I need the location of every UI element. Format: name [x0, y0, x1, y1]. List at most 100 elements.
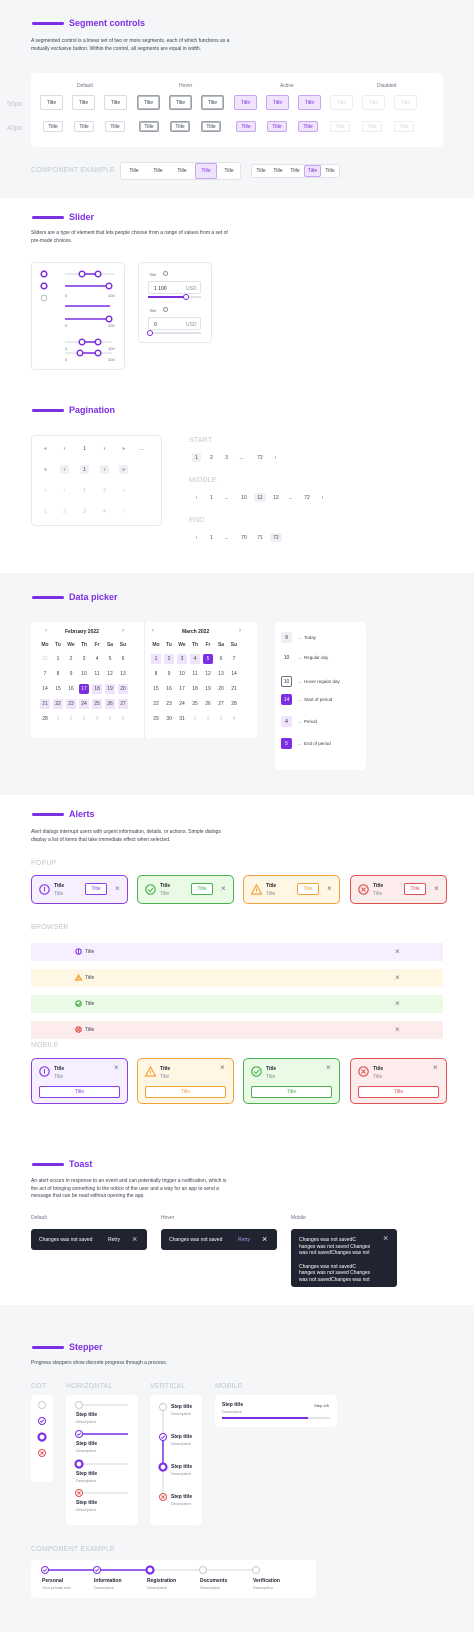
prev-month-button[interactable]: ‹: [152, 628, 154, 634]
page-button[interactable]: 72: [254, 453, 266, 462]
calendar-day[interactable]: 17: [79, 684, 89, 694]
calendar-day[interactable]: 25: [190, 699, 200, 709]
calendar-day[interactable]: 3: [177, 654, 187, 664]
calendar-day[interactable]: 29: [151, 714, 161, 724]
dot-stepper[interactable]: [31, 1395, 53, 1482]
segment-hover-small[interactable]: Title: [201, 121, 221, 132]
calendar-day[interactable]: 19: [203, 684, 213, 694]
prev-month-button[interactable]: ‹: [45, 628, 47, 634]
segment-hover[interactable]: Title: [169, 95, 192, 110]
calendar-day[interactable]: 13: [118, 669, 128, 679]
segment-item[interactable]: Title: [322, 166, 338, 176]
calendar-day[interactable]: 14: [229, 669, 239, 679]
close-icon[interactable]: ×: [220, 1064, 225, 1072]
retry-button[interactable]: Retry: [108, 1237, 120, 1243]
first-page-button[interactable]: «: [41, 465, 50, 474]
segment-item[interactable]: Title: [253, 166, 269, 176]
calendar-day[interactable]: 27: [216, 699, 226, 709]
page-button[interactable]: 72: [301, 493, 313, 502]
calendar-day[interactable]: 2: [66, 654, 76, 664]
retry-button-hover[interactable]: Retry: [238, 1237, 250, 1243]
last-page-button[interactable]: »: [119, 444, 128, 453]
alert-action-button[interactable]: Title: [404, 883, 426, 895]
calendar-day[interactable]: 27: [118, 699, 128, 709]
segment-item[interactable]: Title: [147, 165, 169, 177]
calendar-day[interactable]: 26: [203, 699, 213, 709]
slider-track[interactable]: [148, 294, 201, 300]
calendar-day[interactable]: 22: [151, 699, 161, 709]
segment-item[interactable]: Title: [270, 166, 286, 176]
segment-default-small[interactable]: Title: [105, 121, 125, 132]
month-title[interactable]: March 2022: [182, 629, 209, 635]
step-title[interactable]: Verification: [253, 1578, 280, 1584]
calendar-day[interactable]: 28: [229, 699, 239, 709]
calendar-day[interactable]: 17: [177, 684, 187, 694]
calendar-day[interactable]: 18: [92, 684, 102, 694]
calendar-day[interactable]: 31: [177, 714, 187, 724]
segment-item-active[interactable]: Title: [195, 163, 217, 179]
step-title[interactable]: Registration: [147, 1578, 176, 1584]
calendar-day[interactable]: 2: [66, 714, 76, 724]
prev-page-button[interactable]: ‹: [60, 465, 69, 474]
step-title[interactable]: Documents: [200, 1578, 227, 1584]
segment-hover[interactable]: Title: [201, 95, 224, 110]
calendar-day[interactable]: 7: [229, 654, 239, 664]
calendar-day[interactable]: 16: [66, 684, 76, 694]
close-icon[interactable]: ×: [433, 1064, 438, 1072]
next-page-button[interactable]: ›: [100, 465, 109, 474]
calendar-day[interactable]: 6: [216, 654, 226, 664]
segment-default-small[interactable]: Title: [74, 121, 94, 132]
calendar-day[interactable]: 12: [105, 669, 115, 679]
calendar-day[interactable]: 4: [190, 654, 200, 664]
alert-action-button[interactable]: Title: [358, 1086, 439, 1098]
page-button[interactable]: 10: [238, 493, 250, 502]
alert-action-button[interactable]: Title: [85, 883, 107, 895]
page-button[interactable]: 3: [222, 453, 231, 462]
page-button[interactable]: 70: [238, 533, 250, 542]
page-button-active[interactable]: 1: [192, 453, 201, 462]
calendar-day[interactable]: 6: [118, 714, 128, 724]
calendar-day[interactable]: 12: [203, 669, 213, 679]
page-button-active[interactable]: 72: [270, 533, 282, 542]
next-month-button[interactable]: ›: [122, 628, 124, 634]
calendar-day[interactable]: 6: [118, 654, 128, 664]
segment-default[interactable]: Title: [104, 95, 127, 110]
calendar-day[interactable]: 24: [79, 699, 89, 709]
segment-item-active[interactable]: Title: [304, 165, 321, 177]
calendar-day[interactable]: 5: [105, 654, 115, 664]
page-button[interactable]: 71: [254, 533, 266, 542]
calendar-day[interactable]: 21: [229, 684, 239, 694]
calendar-day[interactable]: 14: [40, 684, 50, 694]
page-button[interactable]: 12: [270, 493, 282, 502]
calendar-day[interactable]: 13: [216, 669, 226, 679]
segment-hover-small[interactable]: Title: [139, 121, 159, 132]
calendar-day[interactable]: 2: [203, 714, 213, 724]
value-input[interactable]: 1 100 USD: [148, 281, 201, 294]
calendar-day[interactable]: 11: [92, 669, 102, 679]
segment-item[interactable]: Title: [171, 165, 193, 177]
page-button[interactable]: 1: [80, 444, 89, 453]
calendar-day[interactable]: 5: [203, 654, 213, 664]
segment-hover-small[interactable]: Title: [170, 121, 190, 132]
alert-action-button[interactable]: Title: [39, 1086, 120, 1098]
calendar-day[interactable]: 9: [66, 669, 76, 679]
calendar-day[interactable]: 8: [53, 669, 63, 679]
calendar-day[interactable]: 28: [40, 714, 50, 724]
page-button-active[interactable]: 11: [254, 493, 266, 502]
step-title[interactable]: Personal: [42, 1578, 63, 1584]
close-icon[interactable]: ×: [221, 885, 226, 893]
close-icon[interactable]: ×: [115, 885, 120, 893]
calendar-day[interactable]: 4: [229, 714, 239, 724]
calendar-day[interactable]: 7: [40, 669, 50, 679]
calendar-day[interactable]: 20: [118, 684, 128, 694]
calendar-day[interactable]: 15: [53, 684, 63, 694]
close-icon[interactable]: ×: [114, 1064, 119, 1072]
close-icon[interactable]: ×: [326, 1064, 331, 1072]
calendar-day[interactable]: 21: [40, 699, 50, 709]
close-icon[interactable]: ×: [395, 1000, 400, 1008]
calendar-day[interactable]: 1: [53, 714, 63, 724]
calendar-day[interactable]: 20: [216, 684, 226, 694]
close-icon[interactable]: ×: [395, 948, 400, 956]
first-page-button[interactable]: «: [41, 444, 50, 453]
alert-action-button[interactable]: Title: [191, 883, 213, 895]
